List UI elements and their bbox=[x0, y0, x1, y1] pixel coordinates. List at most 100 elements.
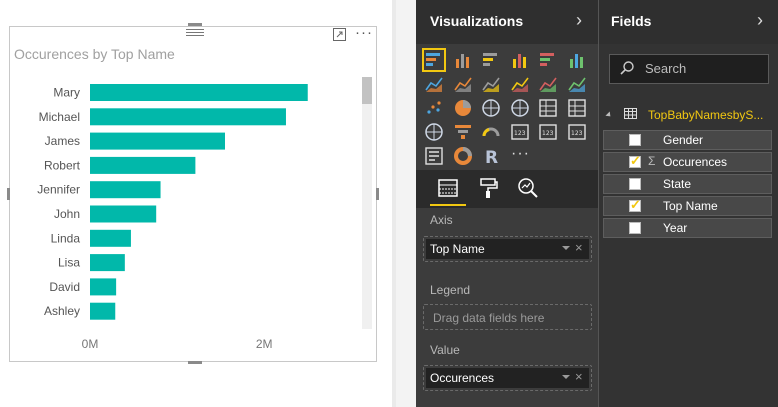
table-icon bbox=[624, 108, 637, 119]
category-label: Lisa bbox=[58, 256, 80, 270]
stacked-area-chart-icon[interactable] bbox=[481, 74, 501, 94]
map-icon[interactable] bbox=[510, 98, 530, 118]
category-label: Michael bbox=[39, 110, 80, 124]
bar-linda[interactable] bbox=[90, 229, 131, 247]
r-script-visual-icon[interactable]: R bbox=[481, 146, 501, 166]
legend-well-label: Legend bbox=[430, 283, 471, 297]
slicer-icon[interactable] bbox=[424, 146, 444, 166]
category-label: Jennifer bbox=[37, 183, 80, 197]
value-field-name: Occurences bbox=[430, 371, 495, 385]
field-item-gender[interactable]: Gender bbox=[603, 130, 772, 150]
analytics-magnifier-icon[interactable] bbox=[516, 176, 540, 200]
value-well-label: Value bbox=[430, 343, 460, 357]
field-item-top-name[interactable]: ✓ Top Name bbox=[603, 196, 772, 216]
category-label: David bbox=[49, 280, 80, 294]
card-icon[interactable]: 123 bbox=[538, 122, 558, 142]
line-and-clustered-column-chart-icon[interactable] bbox=[538, 74, 558, 94]
field-dropdown-icon[interactable] bbox=[562, 375, 570, 379]
category-label: Robert bbox=[44, 158, 81, 172]
bar-james[interactable] bbox=[90, 132, 225, 150]
scatter-chart-icon[interactable] bbox=[424, 98, 444, 118]
matrix-icon[interactable] bbox=[567, 98, 587, 118]
field-checkbox[interactable]: ✓ bbox=[629, 153, 641, 168]
bar-michael[interactable] bbox=[90, 108, 286, 126]
kpi-icon[interactable]: 123 bbox=[567, 122, 587, 142]
more-visuals-icon[interactable]: ··· bbox=[511, 145, 530, 163]
field-item-year[interactable]: Year bbox=[603, 218, 772, 238]
legend-well-placeholder: Drag data fields here bbox=[433, 311, 545, 325]
collapse-chevron-icon[interactable]: › bbox=[757, 10, 763, 31]
value-well-field[interactable]: Occurences × bbox=[426, 368, 589, 388]
fields-title: Fields bbox=[611, 13, 652, 29]
field-checkbox[interactable] bbox=[629, 178, 641, 190]
clustered-column-chart-icon[interactable] bbox=[510, 50, 530, 70]
axis-well-field[interactable]: Top Name × bbox=[426, 239, 589, 259]
category-label: Linda bbox=[51, 231, 81, 245]
field-checkbox[interactable]: ✓ bbox=[629, 197, 641, 212]
table-name[interactable]: TopBabyNamesbyS... bbox=[648, 108, 763, 122]
active-tab-indicator bbox=[430, 204, 466, 206]
field-name: State bbox=[663, 177, 692, 191]
clustered-bar-chart-icon[interactable] bbox=[481, 50, 501, 70]
field-dropdown-icon[interactable] bbox=[562, 246, 570, 250]
field-name: Year bbox=[663, 221, 688, 235]
field-item-occurences[interactable]: ✓ Σ Occurences bbox=[603, 152, 772, 172]
fields-tab-icon[interactable] bbox=[436, 176, 460, 200]
field-name: Top Name bbox=[663, 199, 718, 213]
gauge-icon[interactable] bbox=[481, 122, 501, 142]
visualizations-title: Visualizations bbox=[430, 13, 524, 29]
axis-well-label: Axis bbox=[430, 213, 453, 227]
bar-david[interactable] bbox=[90, 278, 117, 296]
field-checkbox[interactable] bbox=[629, 134, 641, 146]
bar-ashley[interactable] bbox=[90, 302, 116, 320]
category-label: Ashley bbox=[44, 304, 80, 318]
ribbon-chart-icon[interactable] bbox=[567, 74, 587, 94]
funnel-icon[interactable] bbox=[453, 122, 473, 142]
line-and-stacked-column-chart-icon[interactable] bbox=[510, 74, 530, 94]
bar-jennifer[interactable] bbox=[90, 181, 161, 199]
search-placeholder: Search bbox=[645, 61, 687, 76]
svg-text:123: 123 bbox=[514, 130, 526, 137]
chart-scrollbar-track[interactable] bbox=[362, 77, 372, 329]
axis-field-name: Top Name bbox=[430, 242, 485, 256]
category-label: John bbox=[54, 207, 80, 221]
multi-row-card-icon[interactable]: 123 bbox=[510, 122, 530, 142]
pie-chart-icon[interactable] bbox=[453, 98, 473, 118]
checkmark-icon: ✓ bbox=[630, 197, 641, 212]
remove-field-icon[interactable]: × bbox=[575, 369, 583, 384]
bar-robert[interactable] bbox=[90, 156, 196, 174]
stacked-column-chart-icon[interactable] bbox=[453, 50, 473, 70]
svg-text:123: 123 bbox=[571, 130, 583, 137]
field-name: Occurences bbox=[663, 155, 728, 169]
chart-scrollbar-thumb[interactable] bbox=[362, 77, 372, 104]
visualizations-header: Visualizations › bbox=[416, 0, 598, 44]
category-label: James bbox=[45, 134, 80, 148]
field-checkbox[interactable] bbox=[629, 222, 641, 234]
100-percent-stacked-column-chart-icon[interactable] bbox=[567, 50, 587, 70]
donut-chart-icon[interactable] bbox=[453, 146, 473, 166]
bar-mary[interactable] bbox=[90, 84, 308, 101]
svg-text:R: R bbox=[485, 148, 498, 166]
x-tick-label: 0M bbox=[82, 337, 99, 351]
search-icon bbox=[620, 61, 634, 75]
canvas-gutter bbox=[396, 0, 416, 407]
bar-lisa[interactable] bbox=[90, 254, 125, 272]
stacked-bar-chart-icon[interactable] bbox=[422, 48, 446, 72]
category-label: Mary bbox=[53, 86, 80, 100]
treemap-icon[interactable] bbox=[481, 98, 501, 118]
line-chart-icon[interactable] bbox=[424, 74, 444, 94]
bar-john[interactable] bbox=[90, 205, 157, 223]
area-chart-icon[interactable] bbox=[453, 74, 473, 94]
format-paintroller-icon[interactable] bbox=[476, 176, 500, 200]
collapse-chevron-icon[interactable]: › bbox=[576, 10, 582, 31]
svg-text:123: 123 bbox=[542, 130, 554, 137]
field-name: Gender bbox=[663, 133, 704, 147]
remove-field-icon[interactable]: × bbox=[575, 240, 583, 255]
field-item-state[interactable]: State bbox=[603, 174, 772, 194]
100-percent-stacked-bar-chart-icon[interactable] bbox=[538, 50, 558, 70]
checkmark-icon: ✓ bbox=[630, 153, 641, 168]
filled-map-icon[interactable] bbox=[424, 122, 444, 142]
x-tick-label: 2M bbox=[256, 337, 273, 351]
sum-sigma-icon: Σ bbox=[648, 154, 656, 168]
table-icon[interactable] bbox=[538, 98, 558, 118]
